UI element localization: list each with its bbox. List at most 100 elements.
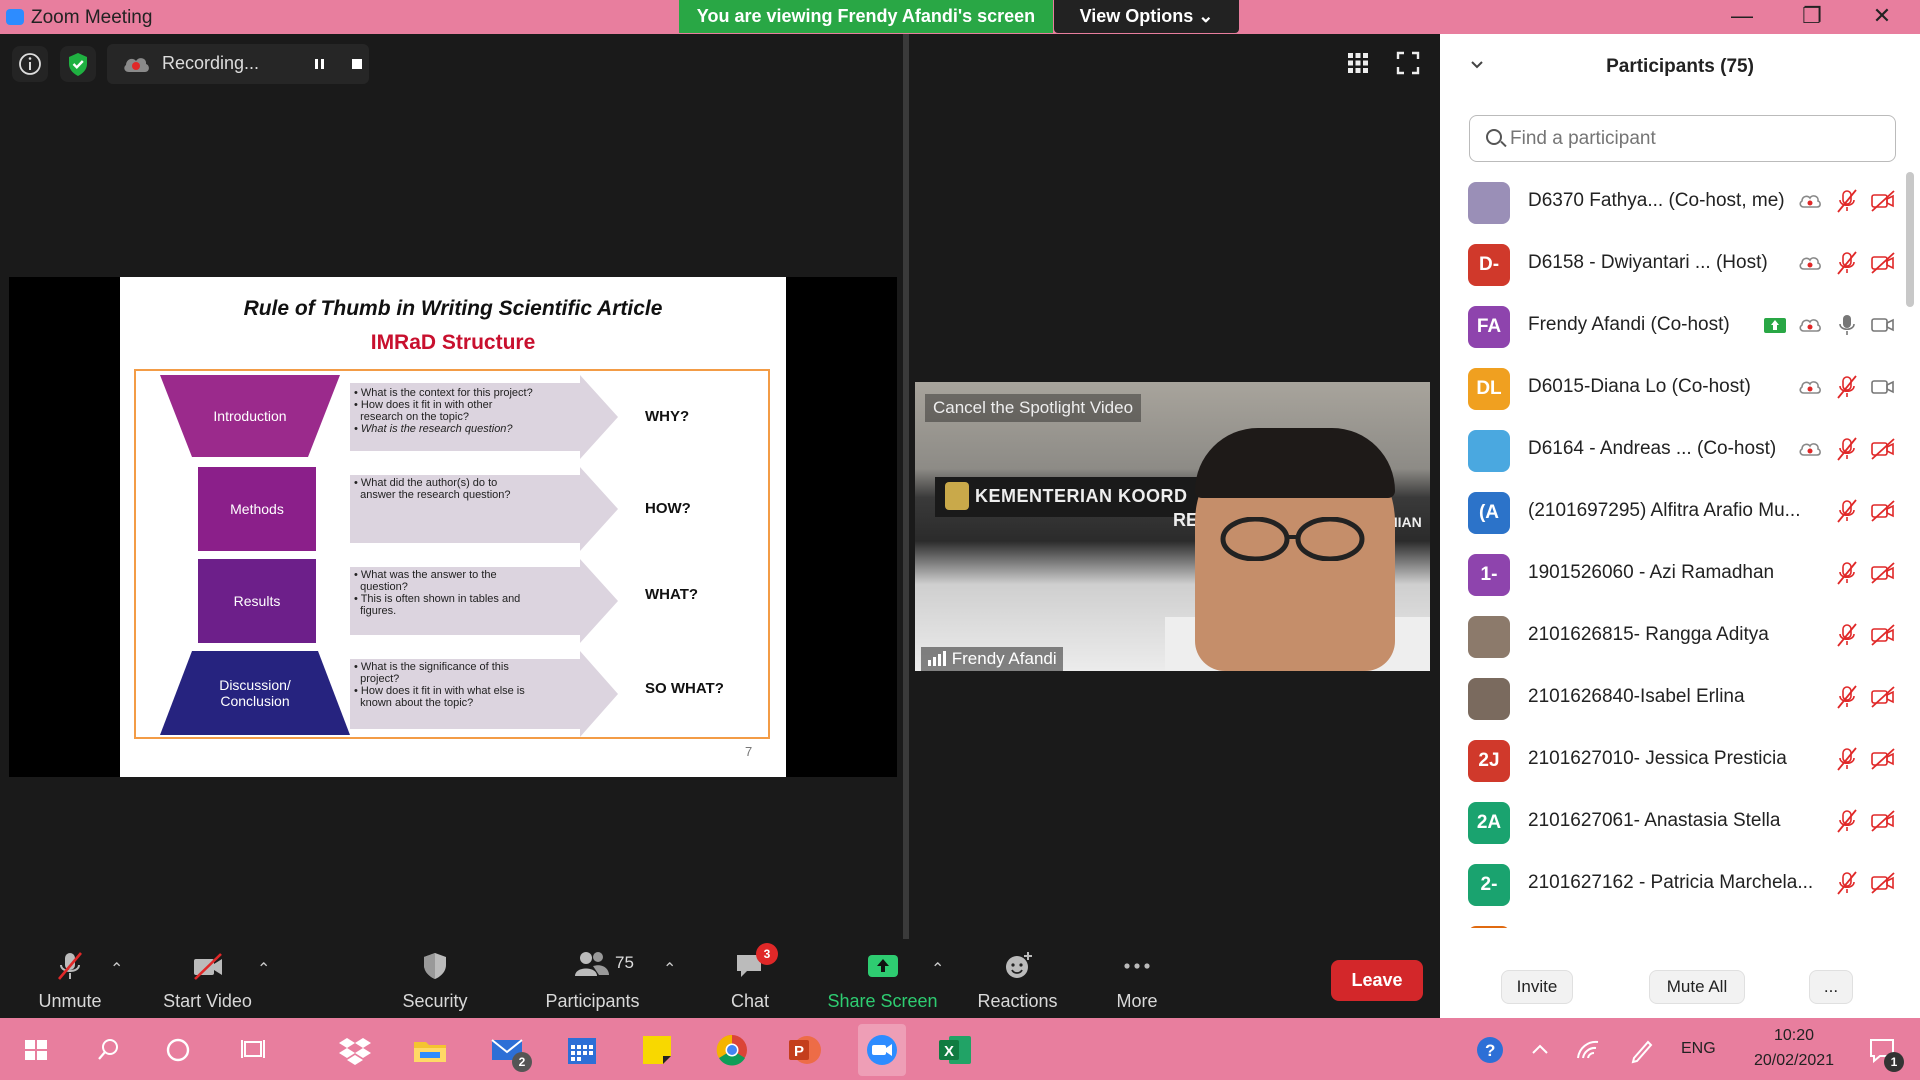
more-options-button[interactable]: ...	[1809, 970, 1853, 1004]
task-view-button[interactable]	[233, 1030, 273, 1070]
stop-recording-button[interactable]	[343, 54, 373, 74]
question-what: WHAT?	[645, 586, 699, 603]
security-shield-button[interactable]	[60, 46, 96, 82]
participant-name: D6370 Fathya... (Co-host, me)	[1528, 190, 1785, 211]
more-button[interactable]: More	[1087, 939, 1187, 1018]
participant-list[interactable]: D6370 Fathya... (Co-host, me) D- D6158 - D…	[1440, 172, 1910, 928]
action-center-button[interactable]: 1	[1862, 1030, 1904, 1072]
reactions-button[interactable]: Reactions	[960, 939, 1075, 1018]
participant-row[interactable]: DL D6015-Diana Lo (Co-host)	[1440, 358, 1910, 420]
mic-icon[interactable]	[1834, 312, 1860, 338]
pause-recording-button[interactable]	[305, 54, 335, 74]
participant-search-input[interactable]	[1510, 126, 1870, 152]
invite-button[interactable]: Invite	[1501, 970, 1573, 1004]
video-off-icon[interactable]	[1870, 808, 1896, 834]
show-hidden-icons-button[interactable]	[1520, 1030, 1560, 1070]
taskbar-file-explorer[interactable]	[410, 1030, 450, 1070]
security-button[interactable]: Security	[385, 939, 485, 1018]
help-tray-icon[interactable]: ?	[1470, 1030, 1510, 1070]
close-button[interactable]: ✕	[1852, 0, 1912, 34]
participant-row[interactable]: 2101626840-Isabel Erlina	[1440, 668, 1910, 730]
bullet-line: • What is the research question?	[354, 423, 513, 435]
participant-row[interactable]: 2A 2101627061- Anastasia Stella	[1440, 792, 1910, 854]
participant-row[interactable]: 2101626815- Rangga Aditya	[1440, 606, 1910, 668]
fullscreen-button[interactable]	[1395, 50, 1421, 76]
mic-muted-icon[interactable]	[1834, 188, 1860, 214]
split-view-divider[interactable]	[903, 34, 909, 939]
taskbar-excel[interactable]: X	[935, 1030, 975, 1070]
minimize-button[interactable]: —	[1712, 0, 1772, 34]
mute-all-button[interactable]: Mute All	[1649, 970, 1745, 1004]
leave-button[interactable]: Leave	[1331, 960, 1423, 1001]
mic-muted-icon[interactable]	[1834, 622, 1860, 648]
participant-row[interactable]: 1- 1901526060 - Azi Ramadhan	[1440, 544, 1910, 606]
dropbox-icon	[339, 1038, 371, 1065]
video-off-icon[interactable]	[1870, 870, 1896, 896]
meeting-info-button[interactable]	[12, 46, 48, 82]
mic-muted-icon[interactable]	[1834, 436, 1860, 462]
language-indicator[interactable]: ENG	[1681, 1040, 1716, 1058]
participant-row[interactable]: D6164 - Andreas ... (Co-host)	[1440, 420, 1910, 482]
section-label-methods: Methods	[198, 467, 316, 551]
video-icon[interactable]	[1870, 312, 1896, 338]
pen-tray-icon[interactable]	[1622, 1030, 1662, 1070]
video-options-caret[interactable]: ⌃	[257, 959, 270, 979]
participant-row[interactable]: FA Frendy Afandi (Co-host)	[1440, 296, 1910, 358]
taskbar-dropbox[interactable]	[335, 1030, 375, 1070]
window-title: Zoom Meeting	[31, 7, 153, 28]
participant-list-scrollbar[interactable]	[1906, 172, 1914, 307]
taskbar-powerpoint[interactable]: P	[785, 1030, 825, 1070]
video-off-icon[interactable]	[1870, 622, 1896, 648]
clock-date[interactable]: 20/02/2021	[1736, 1052, 1852, 1070]
share-options-caret[interactable]: ⌃	[931, 959, 944, 979]
mic-muted-icon[interactable]	[1834, 560, 1860, 586]
video-off-icon[interactable]	[1870, 684, 1896, 710]
share-screen-button[interactable]: Share Screen	[820, 939, 945, 1018]
video-off-icon[interactable]	[1870, 436, 1896, 462]
video-off-icon[interactable]	[1870, 498, 1896, 524]
restore-button[interactable]: ❐	[1782, 0, 1842, 34]
taskbar-calendar[interactable]	[562, 1030, 602, 1070]
taskbar-zoom-active[interactable]	[858, 1024, 906, 1076]
mic-muted-icon[interactable]	[1834, 808, 1860, 834]
cortana-button[interactable]	[158, 1030, 198, 1070]
mic-muted-icon[interactable]	[1834, 374, 1860, 400]
chat-button[interactable]: 3 Chat	[700, 939, 800, 1018]
cancel-spotlight-button[interactable]: Cancel the Spotlight Video	[925, 394, 1142, 422]
video-icon[interactable]	[1870, 374, 1896, 400]
taskbar-mail[interactable]: 2	[488, 1030, 532, 1072]
participant-search-box[interactable]	[1469, 115, 1896, 162]
participants-button[interactable]: 75 Participants	[535, 939, 650, 1018]
participant-row[interactable]: 2J 2101627010- Jessica Presticia	[1440, 730, 1910, 792]
chat-unread-badge: 3	[756, 943, 778, 965]
mic-muted-icon[interactable]	[1834, 684, 1860, 710]
participant-row[interactable]: 2- 2101627162 - Patricia Marchela...	[1440, 854, 1910, 916]
video-off-icon[interactable]	[1870, 746, 1896, 772]
gallery-view-button[interactable]	[1345, 50, 1371, 76]
taskbar-chrome[interactable]	[712, 1030, 752, 1070]
participant-row[interactable]: D- D6158 - Dwiyantari ... (Host)	[1440, 234, 1910, 296]
start-video-button[interactable]: Start Video	[150, 939, 265, 1018]
video-off-icon[interactable]	[1870, 560, 1896, 586]
unmute-button[interactable]: Unmute	[20, 939, 120, 1018]
search-icon	[98, 1039, 118, 1060]
participant-row[interactable]: D6370 Fathya... (Co-host, me)	[1440, 172, 1910, 234]
network-tray-icon[interactable]	[1570, 1030, 1610, 1070]
participants-options-caret[interactable]: ⌃	[663, 959, 676, 979]
mic-muted-icon[interactable]	[1834, 746, 1860, 772]
video-off-icon[interactable]	[1870, 188, 1896, 214]
mic-muted-icon[interactable]	[1834, 250, 1860, 276]
participant-name: D6015-Diana Lo (Co-host)	[1528, 376, 1751, 397]
clock-time[interactable]: 10:20	[1760, 1027, 1828, 1045]
mic-muted-icon[interactable]	[1834, 498, 1860, 524]
mic-muted-icon[interactable]	[1834, 870, 1860, 896]
taskbar-sticky-notes[interactable]	[637, 1030, 677, 1070]
audio-options-caret[interactable]: ⌃	[110, 959, 123, 979]
speaker-video[interactable]: KEMENTERIAN KOORD REPU NOMIAN Cancel the…	[915, 382, 1430, 671]
participant-row[interactable]: 2Q2101627503 Yustina Oztaviani T...	[1440, 916, 1910, 928]
taskbar-search-button[interactable]	[88, 1030, 128, 1070]
windows-start-button[interactable]	[16, 1030, 56, 1070]
view-options-button[interactable]: View Options ⌄	[1054, 0, 1239, 33]
participant-row[interactable]: (A (2101697295) Alfitra Arafio Mu...	[1440, 482, 1910, 544]
video-off-icon[interactable]	[1870, 250, 1896, 276]
